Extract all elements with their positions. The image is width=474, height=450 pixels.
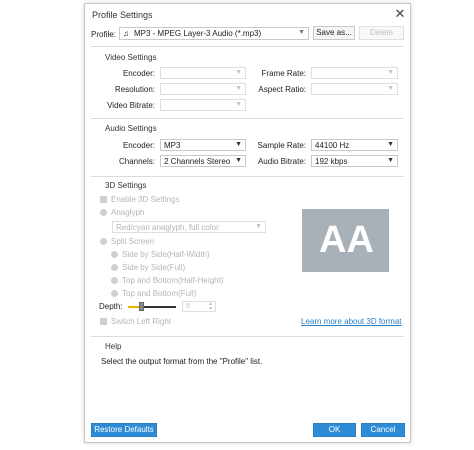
dialog-title: Profile Settings xyxy=(92,10,153,20)
aspect-ratio-select[interactable]: ▼ xyxy=(311,83,398,95)
help-title: Help xyxy=(105,342,122,351)
audio-encoder-value: MP3 xyxy=(164,141,181,150)
side-by-side-half-radio[interactable] xyxy=(111,251,118,258)
side-by-side-half-label: Side by Side(Half-Width) xyxy=(122,250,210,259)
resolution-label: Resolution: xyxy=(114,85,155,94)
sample-rate-select[interactable]: 44100 Hz ▼ xyxy=(311,139,398,151)
anaglyph-value: Red/cyan anaglyph, full color xyxy=(116,223,219,232)
top-bottom-half-radio[interactable] xyxy=(111,277,118,284)
divider xyxy=(91,176,404,177)
channels-select[interactable]: 2 Channels Stereo ▼ xyxy=(160,155,246,167)
chevron-down-icon: ▼ xyxy=(235,69,242,76)
chevron-down-icon: ▼ xyxy=(387,157,394,164)
chevron-down-icon: ▼ xyxy=(387,141,394,148)
depth-label: Depth: xyxy=(99,302,123,311)
restore-defaults-button[interactable]: Restore Defaults xyxy=(91,423,157,437)
divider xyxy=(91,46,404,47)
chevron-down-icon: ▼ xyxy=(298,29,305,36)
chevron-down-icon: ▼ xyxy=(387,69,394,76)
profile-label: Profile: xyxy=(91,30,116,39)
side-by-side-full-radio[interactable] xyxy=(111,264,118,271)
audio-bitrate-label: Audio Bitrate: xyxy=(257,157,306,166)
split-screen-label: Split Screen xyxy=(111,237,155,246)
frame-rate-select[interactable]: ▼ xyxy=(311,67,398,79)
chevron-down-icon: ▼ xyxy=(235,157,242,164)
video-encoder-label: Encoder: xyxy=(122,69,155,78)
resolution-select[interactable]: ▼ xyxy=(160,83,246,95)
audio-settings-title: Audio Settings xyxy=(105,124,157,133)
audio-encoder-label: Encoder: xyxy=(122,141,155,150)
depth-spinner[interactable]: 5 ▲ ▼ xyxy=(182,301,216,312)
top-bottom-full-radio[interactable] xyxy=(111,290,118,297)
depth-value: 5 xyxy=(186,303,190,310)
divider xyxy=(91,118,404,119)
3d-settings-title: 3D Settings xyxy=(105,181,147,190)
video-settings-title: Video Settings xyxy=(105,53,157,62)
sample-rate-value: 44100 Hz xyxy=(315,141,350,150)
chevron-down-icon: ▼ xyxy=(387,85,394,92)
frame-rate-label: Frame Rate: xyxy=(261,69,306,78)
enable-3d-checkbox[interactable] xyxy=(100,196,107,203)
ok-button[interactable]: OK xyxy=(313,423,356,437)
delete-button[interactable]: Delete xyxy=(359,26,404,40)
preview-text: AA xyxy=(319,219,374,261)
anaglyph-radio[interactable] xyxy=(100,209,107,216)
audio-bitrate-value: 192 kbps xyxy=(315,157,348,166)
3d-preview: AA xyxy=(302,209,389,272)
enable-3d-label: Enable 3D Settings xyxy=(111,195,180,204)
side-by-side-full-label: Side by Side(Full) xyxy=(122,263,186,272)
close-icon[interactable]: ✕ xyxy=(392,6,408,22)
channels-value: 2 Channels Stereo xyxy=(164,157,231,166)
video-bitrate-label: Video Bitrate: xyxy=(107,101,155,110)
profile-value: MP3 - MPEG Layer-3 Audio (*.mp3) xyxy=(134,29,262,38)
music-note-icon: ♫ xyxy=(123,29,129,38)
depth-slider-thumb[interactable] xyxy=(139,302,144,311)
chevron-down-icon: ▼ xyxy=(235,101,242,108)
split-screen-radio[interactable] xyxy=(100,238,107,245)
save-as-button[interactable]: Save as... xyxy=(313,26,355,40)
switch-left-right-checkbox[interactable] xyxy=(100,318,107,325)
channels-label: Channels: xyxy=(118,157,155,166)
profile-select[interactable]: ♫ MP3 - MPEG Layer-3 Audio (*.mp3) ▼ xyxy=(119,27,309,40)
chevron-down-icon: ▼ xyxy=(255,223,262,230)
spinner-arrows-icon[interactable]: ▲ ▼ xyxy=(208,302,213,312)
audio-bitrate-select[interactable]: 192 kbps ▼ xyxy=(311,155,398,167)
video-bitrate-select[interactable]: ▼ xyxy=(160,99,246,111)
top-bottom-half-label: Top and Bottom(Half-Height) xyxy=(122,276,224,285)
title-bar: Profile Settings ✕ xyxy=(85,4,410,26)
sample-rate-label: Sample Rate: xyxy=(257,141,306,150)
audio-encoder-select[interactable]: MP3 ▼ xyxy=(160,139,246,151)
anaglyph-label: Anaglyph xyxy=(111,208,145,217)
chevron-down-icon: ▼ xyxy=(235,141,242,148)
switch-left-right-label: Switch Left Right xyxy=(111,317,172,326)
top-bottom-full-label: Top and Bottom(Full) xyxy=(122,289,197,298)
aspect-ratio-label: Aspect Ratio: xyxy=(258,85,306,94)
anaglyph-select[interactable]: Red/cyan anaglyph, full color ▼ xyxy=(112,221,266,233)
profile-settings-dialog: Profile Settings ✕ Profile: ♫ MP3 - MPEG… xyxy=(84,3,411,443)
divider xyxy=(91,336,404,337)
cancel-button[interactable]: Cancel xyxy=(361,423,405,437)
learn-more-3d-link[interactable]: Learn more about 3D format xyxy=(301,317,402,326)
chevron-down-icon: ▼ xyxy=(235,85,242,92)
help-text: Select the output format from the "Profi… xyxy=(101,357,263,366)
video-encoder-select[interactable]: ▼ xyxy=(160,67,246,79)
